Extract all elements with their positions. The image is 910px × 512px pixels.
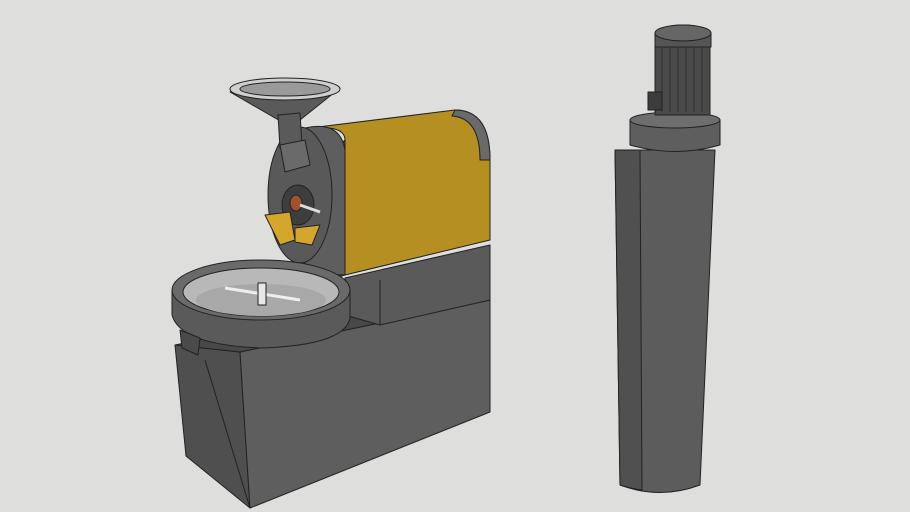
roaster-model-render [171,24,721,509]
model-viewport[interactable] [0,0,910,512]
cyclone-column [614,24,721,493]
